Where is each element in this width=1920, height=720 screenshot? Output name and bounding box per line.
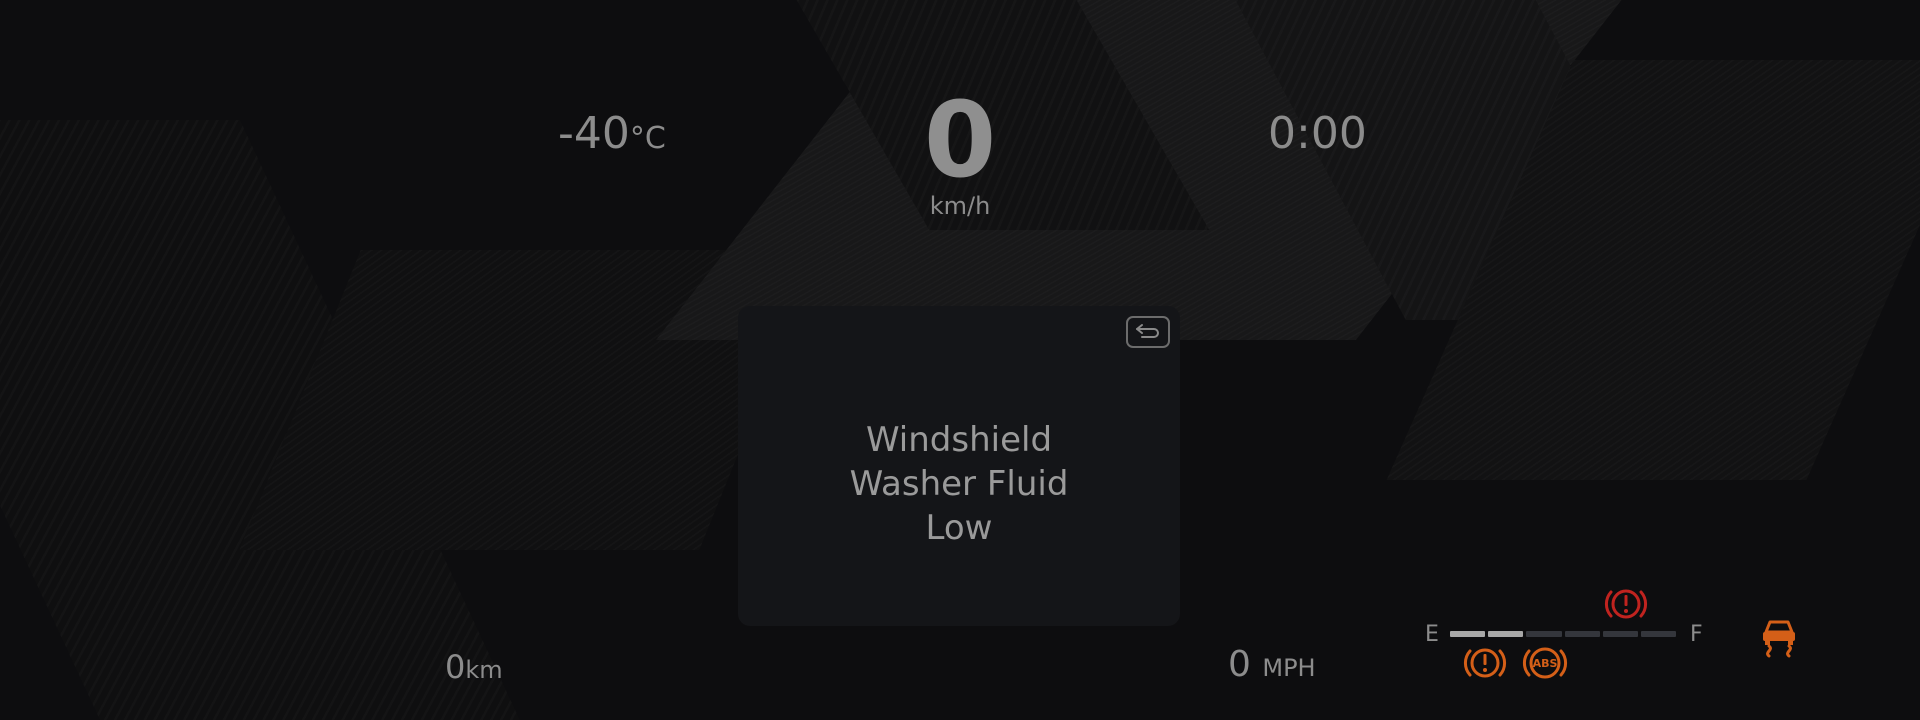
temperature-unit: °C <box>629 121 666 156</box>
mph-value: 0 <box>1228 644 1251 685</box>
abs-label: ABS <box>1533 657 1558 670</box>
abs-warning-icon: ABS <box>1522 647 1568 679</box>
alert-line: Washer Fluid <box>849 464 1069 504</box>
odometer-unit: km <box>465 656 503 684</box>
fuel-gauge-segment <box>1450 631 1486 637</box>
tire-pressure-warning-icon <box>1463 648 1507 678</box>
alert-line: Windshield <box>865 420 1053 460</box>
odometer-value: 0 <box>445 648 466 686</box>
speed-unit: km/h <box>929 192 991 220</box>
alert-line: Low <box>925 508 993 548</box>
back-arrow-icon <box>1136 324 1159 338</box>
fuel-gauge-segment <box>1488 631 1524 637</box>
back-button[interactable] <box>1126 316 1170 348</box>
fuel-full-label: F <box>1690 622 1703 647</box>
fuel-gauge-bar <box>1450 631 1677 637</box>
fuel-gauge-segment <box>1602 631 1638 637</box>
fuel-gauge-segment <box>1526 631 1562 637</box>
clock: 0:00 <box>1268 108 1367 159</box>
speed-value: 0 <box>923 79 997 201</box>
odometer: 0km <box>445 648 503 686</box>
fuel-gauge-segment <box>1564 631 1600 637</box>
alert-card: Windshield Washer Fluid Low <box>738 306 1180 626</box>
fuel-gauge-segment <box>1640 631 1677 637</box>
fuel-empty-label: E <box>1425 622 1439 647</box>
speed-mph: 0 MPH <box>1228 644 1316 685</box>
alert-message: Windshield Washer Fluid Low <box>738 418 1180 550</box>
temperature-value: -40 <box>558 108 630 159</box>
mph-unit: MPH <box>1262 654 1316 682</box>
outside-temperature: -40°C <box>558 108 666 159</box>
brake-warning-icon <box>1604 589 1648 619</box>
traction-control-icon <box>1763 620 1795 658</box>
